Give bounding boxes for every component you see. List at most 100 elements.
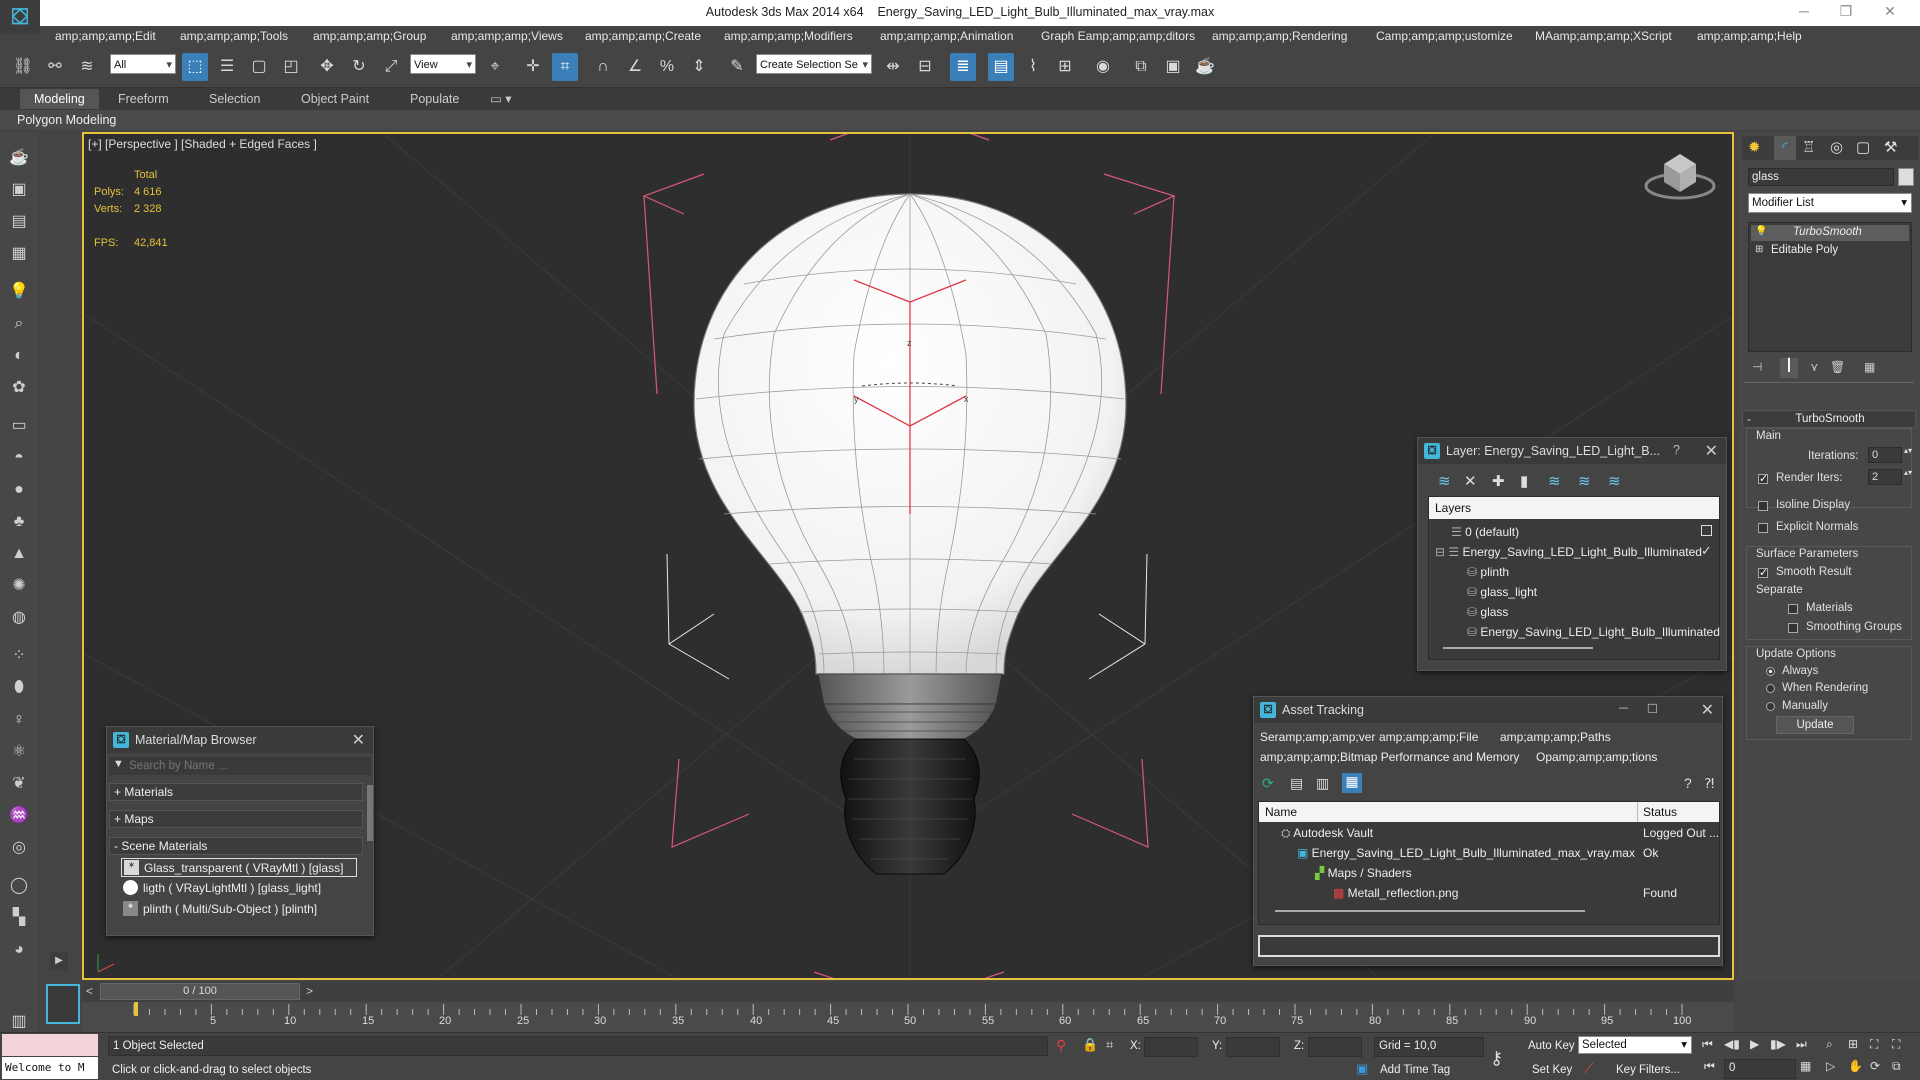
iterations-spinner[interactable]: 0 (1868, 447, 1902, 463)
isolate-selection-icon[interactable]: ⚲ (1056, 1037, 1066, 1054)
asset-row-max-file[interactable]: ▣ Energy_Saving_LED_Light_Bulb_Illuminat… (1259, 844, 1719, 864)
light-icon[interactable]: 💡 (7, 280, 31, 304)
next-key-icon[interactable]: ▮▶ (1770, 1037, 1786, 1051)
key-filters-icon[interactable]: ⟋ (1584, 1060, 1594, 1077)
column-header-name[interactable]: Name (1265, 805, 1297, 819)
separate-materials-checkbox[interactable] (1788, 604, 1798, 614)
tab-freeform[interactable]: Freeform (104, 89, 183, 109)
render-setup-icon[interactable]: ⧉ (1128, 53, 1154, 81)
horizontal-scrollbar[interactable] (1275, 910, 1585, 912)
time-configuration-icon[interactable]: ▦ (1800, 1059, 1816, 1077)
update-always-radio[interactable] (1766, 667, 1775, 676)
add-to-layer-icon[interactable]: ✚ (1492, 472, 1505, 490)
go-to-end-icon[interactable]: ⏭ (1796, 1037, 1807, 1052)
menu-views[interactable]: amp;amp;amp;Views (451, 29, 563, 43)
object-row-plinth[interactable]: ⛁ plinth (1467, 565, 1509, 579)
percent-snap-icon[interactable]: % (654, 53, 680, 81)
select-and-link-icon[interactable]: ⛓ (10, 53, 36, 81)
menu-options[interactable]: Opamp;amp;amp;tions (1536, 750, 1657, 764)
go-to-start-icon[interactable]: ⏮ (1702, 1037, 1713, 1052)
menu-server[interactable]: Seramp;amp;amp;ver (1260, 730, 1375, 744)
maxscript-listener-pink[interactable] (2, 1034, 98, 1056)
maximize-viewport-icon[interactable]: ⧉ (1892, 1059, 1901, 1074)
earth-icon[interactable]: ◕ (7, 938, 31, 962)
tab-populate[interactable]: Populate (396, 89, 473, 109)
new-layer-icon[interactable]: ≋ (1438, 472, 1451, 490)
hair-fur-icon[interactable]: ♒ (7, 804, 31, 828)
search-input[interactable] (129, 758, 367, 774)
refresh-icon[interactable]: ⟳ (1262, 775, 1274, 792)
previous-key-icon[interactable]: ◀▮ (1724, 1037, 1740, 1051)
asset-row-png[interactable]: ▩ Metall_reflection.png Found (1259, 884, 1719, 904)
menu-edit[interactable]: amp;amp;amp;Edit (55, 29, 156, 43)
object-color-swatch[interactable] (1898, 168, 1914, 186)
sphere-icon[interactable]: ● (7, 478, 31, 502)
minimize-button[interactable]: ─ (1792, 3, 1816, 23)
play-icon[interactable]: ▶ (1750, 1037, 1759, 1051)
stack-item-editable-poly[interactable]: ⊞ Editable Poly (1751, 243, 1909, 259)
key-filters-button[interactable]: Key Filters... (1616, 1064, 1680, 1076)
hierarchy-tab-icon[interactable]: ♖ (1802, 138, 1815, 156)
select-by-name-icon[interactable]: ☰ (214, 53, 240, 81)
previous-frame-icon[interactable]: < (86, 984, 93, 998)
window-crossing-icon[interactable]: ◰ (278, 53, 304, 81)
modify-tab-icon[interactable]: ◜ (1774, 136, 1796, 160)
material-item-glass-light[interactable]: ligth ( VRayLightMtl ) [glass_light] (121, 879, 357, 898)
checker-icon[interactable]: ▚ (7, 906, 31, 930)
hide-unhide-layers-icon[interactable]: ≋ (1578, 472, 1591, 490)
explicit-normals-checkbox[interactable] (1758, 523, 1768, 533)
menu-file[interactable]: amp;amp;amp;File (1379, 730, 1478, 744)
layer-dialog-titlebar[interactable]: ⛋ Layer: Energy_Saving_LED_Light_B... ? … (1418, 438, 1726, 464)
minimize-icon[interactable]: ─ (1619, 701, 1628, 715)
select-object-icon[interactable]: ⬚ (182, 53, 208, 81)
update-when-rendering-radio[interactable] (1766, 684, 1775, 693)
time-slider-thumb[interactable]: 0 / 100 (100, 983, 300, 1000)
object-row-glass[interactable]: ⛁ glass (1467, 605, 1508, 619)
render-iters-spinner[interactable]: 2 (1868, 469, 1902, 485)
lightbulb-toggle-icon[interactable]: 💡 (1755, 226, 1767, 237)
teapot-icon[interactable]: ☕ (7, 146, 31, 170)
spinner-arrows-icon[interactable]: ▴▾ (1904, 446, 1912, 455)
scale-icon[interactable]: ⤢ (378, 53, 404, 81)
selection-filter-dropdown[interactable]: All (110, 54, 176, 75)
menu-bitmap-performance[interactable]: amp;amp;amp;Bitmap Performance and Memor… (1260, 750, 1519, 764)
menu-group[interactable]: amp;amp;amp;Group (313, 29, 426, 43)
menu-maxscript[interactable]: MAamp;amp;amp;XScript (1535, 29, 1672, 43)
display-tab-icon[interactable]: ▢ (1856, 138, 1870, 156)
camera-icon[interactable]: ⌕ (7, 312, 31, 336)
select-objects-in-layer-icon[interactable]: ▮ (1520, 472, 1528, 490)
update-manually-radio[interactable] (1766, 702, 1775, 711)
column-header-status[interactable]: Status (1643, 805, 1677, 819)
time-slider-track[interactable]: < 0 / 100 > (82, 982, 1734, 1002)
material-item-plinth[interactable]: ✶ plinth ( Multi/Sub-Object ) [plinth] (121, 900, 357, 919)
graphite-toggle-icon[interactable]: ▤ (988, 53, 1014, 81)
section-maps[interactable]: + Maps (109, 810, 363, 828)
menu-animation[interactable]: amp;amp;amp;Animation (880, 29, 1013, 43)
section-scene-materials[interactable]: - Scene Materials (109, 837, 363, 855)
rendered-frame-window-icon[interactable]: ▣ (1160, 53, 1186, 81)
asset-path-field[interactable] (1258, 935, 1720, 957)
smooth-result-checkbox[interactable] (1758, 566, 1768, 579)
context-help-icon[interactable]: ⁈ (1704, 775, 1714, 792)
plane-icon[interactable]: ▭ (7, 414, 31, 438)
freeze-unfreeze-layers-icon[interactable]: ≋ (1608, 472, 1621, 490)
curve-editor-icon[interactable]: ⌇ (1020, 53, 1046, 81)
asset-tracking-titlebar[interactable]: ⛋ Asset Tracking ─ ☐ ✕ (1254, 697, 1722, 723)
help-icon[interactable]: ? (1684, 775, 1692, 791)
menu-create[interactable]: amp;amp;amp;Create (585, 29, 701, 43)
maximize-icon[interactable]: ☐ (1647, 701, 1658, 716)
move-icon[interactable]: ✥ (314, 53, 340, 81)
material-editor-icon[interactable]: ◉ (1090, 53, 1116, 81)
key-mode-toggle-icon[interactable]: ⏮ (1704, 1059, 1720, 1077)
mirror-icon[interactable]: ⇹ (880, 53, 906, 81)
maxscript-listener-white[interactable]: Welcome to M (2, 1057, 98, 1079)
tab-selection[interactable]: Selection (195, 89, 274, 109)
zoom-icon[interactable]: ⌕ (1826, 1037, 1833, 1052)
menu-rendering[interactable]: amp;amp;amp;Rendering (1212, 29, 1347, 43)
set-key-mode-icon[interactable]: ⚷ (1490, 1048, 1503, 1069)
modifier-list-dropdown[interactable]: Modifier List ▾ (1748, 193, 1912, 213)
app-logo-icon[interactable]: ⛋ (0, 0, 40, 34)
rotate-icon[interactable]: ↻ (346, 53, 372, 81)
viewcube-icon[interactable] (1644, 142, 1716, 204)
biped-icon[interactable]: ♀ (7, 708, 31, 732)
